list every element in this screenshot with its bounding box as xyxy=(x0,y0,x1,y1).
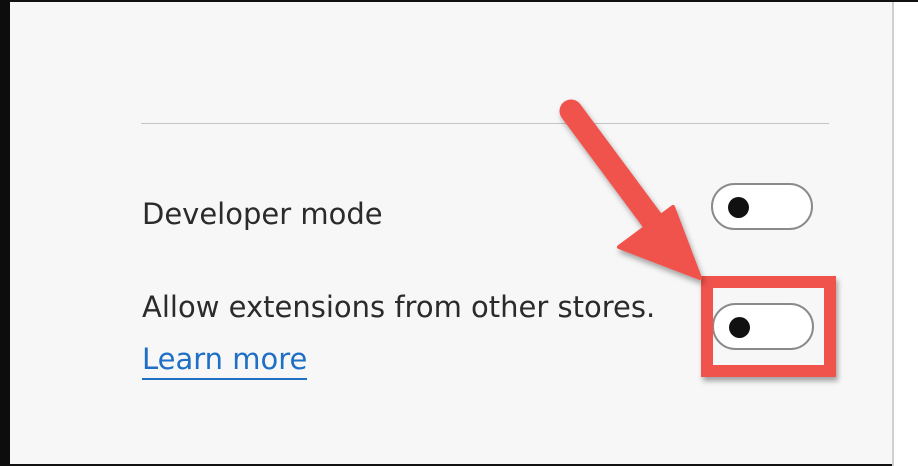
toggle-knob xyxy=(728,197,749,218)
allow-extensions-toggle[interactable] xyxy=(712,303,814,350)
panel-separator xyxy=(892,2,918,466)
section-divider xyxy=(141,123,829,124)
developer-mode-label: Developer mode xyxy=(142,197,383,231)
developer-mode-toggle[interactable] xyxy=(711,183,813,230)
window-edge xyxy=(0,0,10,466)
settings-panel xyxy=(0,0,918,466)
learn-more-link[interactable]: Learn more xyxy=(142,341,308,380)
toggle-knob xyxy=(729,317,750,338)
allow-extensions-label: Allow extensions from other stores. xyxy=(142,290,656,324)
